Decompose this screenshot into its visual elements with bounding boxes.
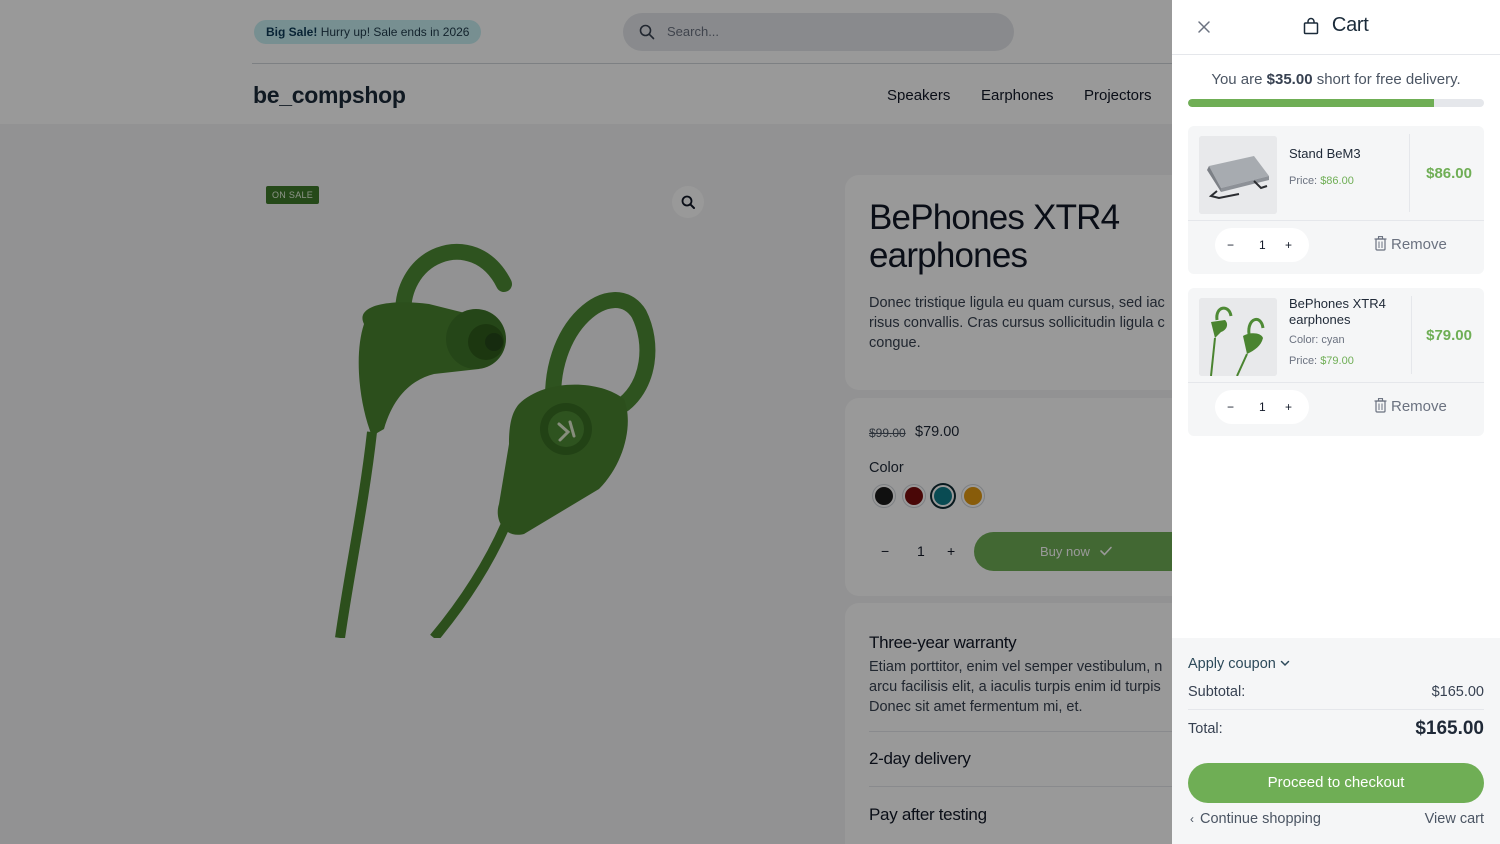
subtotal-label: Subtotal: <box>1188 684 1246 700</box>
cart-item-unit-price: Price: $86.00 <box>1289 175 1354 187</box>
apply-coupon-toggle[interactable]: Apply coupon <box>1188 656 1290 672</box>
remove-button[interactable]: Remove <box>1374 236 1447 253</box>
cart-item-name[interactable]: Stand BeM3 <box>1289 146 1399 162</box>
subtotal-value: $165.00 <box>1431 684 1484 700</box>
quantity-stepper: − 1 + <box>1215 390 1309 424</box>
cart-item-total: $86.00 <box>1426 165 1472 182</box>
laptop-stand-image <box>1199 136 1277 214</box>
item-divider <box>1411 296 1412 374</box>
cart-item-name[interactable]: BePhones XTR4 earphones <box>1289 296 1399 328</box>
chevron-down-icon <box>1280 660 1290 667</box>
price-value: $86.00 <box>1320 175 1354 187</box>
remove-label: Remove <box>1391 236 1447 253</box>
chevron-left-icon: ‹ <box>1190 812 1194 826</box>
remove-button[interactable]: Remove <box>1374 398 1447 415</box>
bag-icon <box>1304 17 1319 34</box>
cart-header: Cart <box>1172 14 1500 42</box>
trash-icon <box>1374 398 1387 413</box>
color-value: cyan <box>1321 334 1345 346</box>
cart-item-thumbnail[interactable] <box>1199 136 1277 214</box>
cart-footer: Apply coupon Subtotal: $165.00 Total: $1… <box>1172 638 1500 844</box>
cart-title: Cart <box>1331 14 1369 36</box>
price-label: Price: <box>1289 175 1318 187</box>
cart-item: Stand BeM3 Price: $86.00 $86.00 − 1 + Re… <box>1188 126 1484 274</box>
price-value: $79.00 <box>1320 355 1354 367</box>
cart-item: BePhones XTR4 earphones Color: cyan Pric… <box>1188 288 1484 436</box>
minus-icon[interactable]: − <box>1227 228 1234 262</box>
coupon-label: Apply coupon <box>1188 656 1276 672</box>
total-value: $165.00 <box>1415 718 1484 739</box>
plus-icon[interactable]: + <box>1285 228 1292 262</box>
price-label: Price: <box>1289 355 1318 367</box>
cart-drawer: Cart You are $35.00 short for free deliv… <box>1172 0 1500 844</box>
plus-icon[interactable]: + <box>1285 390 1292 424</box>
cart-header-divider <box>1172 54 1500 55</box>
item-divider <box>1188 220 1484 221</box>
item-divider <box>1188 382 1484 383</box>
color-label: Color: <box>1289 334 1319 346</box>
remove-label: Remove <box>1391 398 1447 415</box>
quantity-value[interactable]: 1 <box>1259 228 1266 262</box>
earphones-thumbnail-image <box>1199 298 1277 376</box>
cart-item-thumbnail[interactable] <box>1199 298 1277 376</box>
continue-shopping-link[interactable]: ‹ Continue shopping <box>1190 811 1321 827</box>
quantity-stepper: − 1 + <box>1215 228 1309 262</box>
cart-item-details: Stand BeM3 Price: $86.00 $86.00 <box>1188 126 1484 220</box>
progress-fill <box>1188 99 1434 107</box>
free-delivery-suffix: short for free delivery. <box>1316 71 1461 88</box>
cart-item-total: $79.00 <box>1426 327 1472 344</box>
cart-item-details: BePhones XTR4 earphones Color: cyan Pric… <box>1188 288 1484 382</box>
minus-icon[interactable]: − <box>1227 390 1234 424</box>
view-cart-link[interactable]: View cart <box>1425 811 1484 827</box>
proceed-to-checkout-button[interactable]: Proceed to checkout <box>1188 763 1484 803</box>
continue-shopping-label: Continue shopping <box>1200 811 1321 827</box>
trash-icon <box>1374 236 1387 251</box>
footer-divider <box>1188 709 1484 710</box>
free-delivery-message: You are $35.00 short for free delivery. <box>1172 71 1500 88</box>
quantity-value[interactable]: 1 <box>1259 390 1266 424</box>
free-delivery-progress <box>1188 99 1484 107</box>
cart-item-unit-price: Price: $79.00 <box>1289 355 1354 367</box>
free-delivery-prefix: You are <box>1211 71 1263 88</box>
item-divider <box>1409 134 1410 212</box>
cart-item-variant: Color: cyan <box>1289 334 1345 346</box>
total-label: Total: <box>1188 721 1223 737</box>
free-delivery-amount: $35.00 <box>1266 71 1313 88</box>
